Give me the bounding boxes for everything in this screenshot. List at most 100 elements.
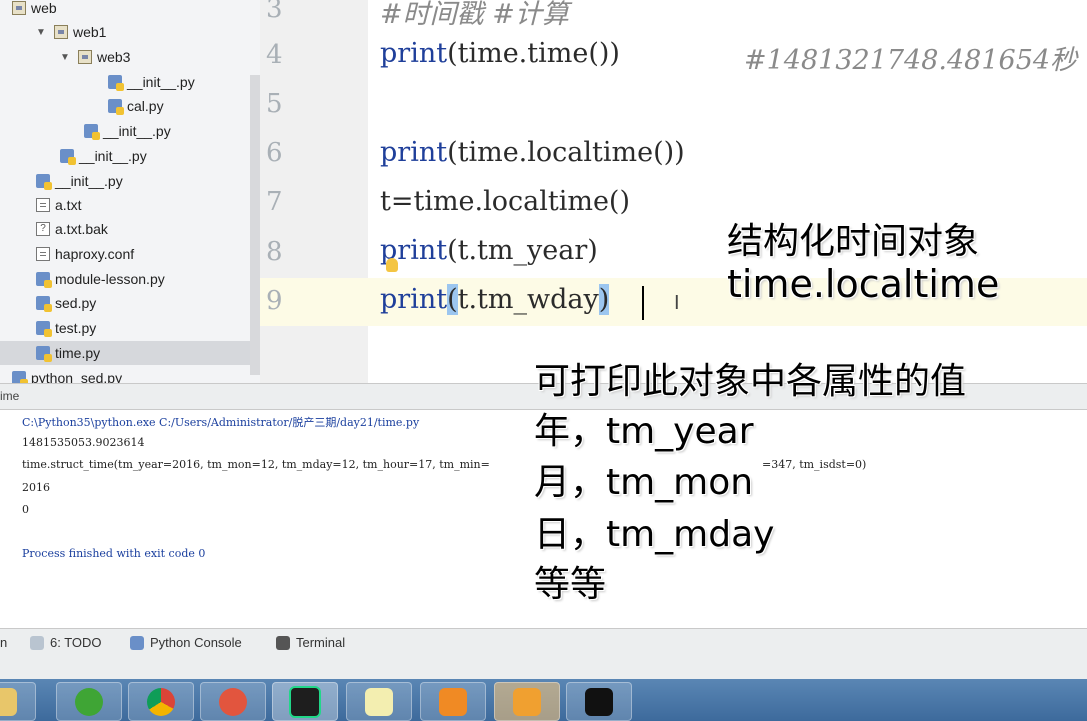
python-file-icon [36,346,52,362]
tree-item-label: web3 [97,49,131,65]
tab-todo-label: 6: TODO [50,635,102,650]
tree-item-label: web [31,0,57,16]
text-caret [642,286,644,320]
matched-paren: ) [598,284,610,315]
tree-item-label: sed.py [55,295,97,311]
console-output-line: 2016 [22,481,50,494]
tree-item-label: __init__.py [79,148,147,164]
code-line-9[interactable]: print(t.tm_wday) [380,284,610,315]
annotation-note: 等等 [534,564,607,605]
matched-paren: ( [447,284,458,315]
tree-item[interactable]: cal.py [108,94,164,118]
code-text: (t.tm_year) [447,235,598,266]
tree-item-label: module-lesson.py [55,271,165,287]
tree-item[interactable]: __init__.py [60,144,147,168]
tree-item[interactable]: __init__.py [36,169,123,193]
tab-terminal[interactable]: Terminal [276,635,345,650]
taskbar-briefcase[interactable] [494,682,560,721]
code-comment: #时间戳 #计算 [380,0,569,30]
line-number: 9 [266,286,283,316]
annotation-note: 月，tm_mon [534,462,754,503]
python-file-icon [60,149,76,165]
tree-item[interactable]: test.py [36,316,96,340]
code-comment: #1481321748.481654秒 [744,45,1078,76]
code-text: t.tm_wday [457,284,599,315]
keyword: print [380,38,448,69]
code-line-4[interactable]: print(time.time()) [380,38,620,69]
taskbar-snail[interactable] [200,682,266,721]
folder-icon [12,1,26,15]
tree-item[interactable]: web [12,0,57,20]
annotation-title: 结构化时间对象 [727,221,980,262]
tree-item[interactable]: sed.py [36,291,96,315]
folder-icon [54,25,68,39]
tree-item[interactable]: haproxy.conf [36,242,134,266]
expand-arrow-icon[interactable]: ▼ [36,27,48,38]
tree-item[interactable]: time.py [0,341,260,365]
tree-item-label: __init__.py [55,173,123,189]
tree-item-label: a.txt.bak [55,221,108,237]
todo-icon [30,635,44,650]
tab-python-console[interactable]: Python Console [130,635,242,650]
tree-item-label: test.py [55,320,97,336]
python-file-icon [36,296,52,312]
python-icon [130,635,144,650]
taskbar-cmd[interactable] [566,682,632,721]
expand-arrow-icon[interactable]: ▼ [60,52,72,63]
chrome-icon [147,687,175,716]
tree-item[interactable]: ▼ web3 [60,45,130,69]
keyword: print [380,284,448,315]
tool-window-tabs: n 6: TODO Python Console Terminal [0,628,1087,657]
code-line-6[interactable]: print(time.localtime()) [380,137,685,168]
taskbar-ie[interactable] [56,682,122,721]
line-number: 7 [266,187,283,217]
tree-item[interactable]: a.txt [36,193,81,217]
annotation-note: 年，tm_year [534,411,754,452]
taskbar-chrome[interactable] [128,682,194,721]
lightbulb-icon[interactable] [386,258,398,272]
taskbar-explorer[interactable] [0,682,36,721]
tree-item[interactable]: __init__.py [108,70,195,94]
status-bar [0,657,1087,679]
tree-item-label: __init__.py [127,74,195,90]
tab-todo[interactable]: 6: TODO [30,635,102,650]
notepad-icon [365,687,393,716]
line-number: 5 [266,89,283,119]
annotation-note: 可打印此对象中各属性的值 [534,361,967,402]
explorer-icon [0,687,17,716]
tab-run[interactable]: n [0,635,7,650]
windows-taskbar [0,679,1087,721]
annotation-subtitle: time.localtime [727,262,1000,306]
python-file-icon [36,174,52,190]
keyword: print [380,137,448,168]
terminal-icon [276,635,290,650]
taskbar-office[interactable] [420,682,486,721]
python-file-icon [36,321,52,337]
code-line-8[interactable]: print(t.tm_year) [380,235,598,266]
taskbar-pycharm[interactable] [272,682,338,721]
tree-item-label: web1 [73,24,107,40]
tree-item[interactable]: __init__.py [84,119,171,143]
office-icon [439,687,467,716]
tree-item[interactable]: ▼ web1 [36,20,106,44]
annotation-note: 日，tm_mday [534,514,775,555]
python-file-icon [36,272,52,288]
console-output-line: time.struct_time(tm_year=2016, tm_mon=12… [22,458,490,471]
tree-item[interactable]: ? a.txt.bak [36,217,108,241]
code-line-7[interactable]: t=time.localtime() [380,186,630,217]
tree-item[interactable]: module-lesson.py [36,267,165,291]
code-text: (time.localtime()) [447,137,685,168]
console-output-line: 0 [22,503,29,516]
python-file-icon [108,75,124,91]
tree-item-label: haproxy.conf [55,246,135,262]
project-scrollbar[interactable] [250,75,260,375]
tree-item-label: python_sed.py [31,370,123,383]
tree-item[interactable]: python_sed.py [12,366,122,383]
cmd-icon [585,687,613,716]
console-exit-status: Process finished with exit code 0 [22,547,206,560]
pycharm-icon [289,685,321,718]
taskbar-notepad[interactable] [346,682,412,721]
folder-icon [78,50,92,64]
tab-python-console-label: Python Console [150,635,242,650]
tree-item-label: time.py [55,345,101,361]
